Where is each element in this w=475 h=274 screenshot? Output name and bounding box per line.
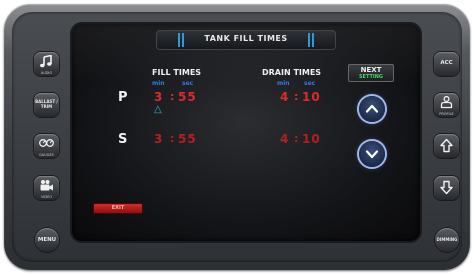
- title-tick: [308, 33, 310, 47]
- next-label: NEXT: [360, 66, 382, 74]
- down-arrow-button[interactable]: [434, 176, 459, 200]
- gauges-label: GAUGES: [39, 153, 54, 157]
- title-bar: TANK FILL TIMES: [156, 30, 336, 50]
- dimming-button[interactable]: DIMMING: [435, 228, 459, 252]
- exit-label: EXIT: [111, 205, 125, 211]
- drain-min-value[interactable]: 4: [280, 90, 289, 104]
- menu-label: MENU: [37, 237, 57, 243]
- fill-min-value[interactable]: 3: [154, 132, 163, 146]
- music-note-icon: [40, 55, 52, 68]
- menu-button[interactable]: MENU: [35, 228, 59, 252]
- delta-icon: △: [154, 104, 162, 115]
- drain-sec-value[interactable]: 10: [302, 90, 321, 104]
- row-label-port: P: [118, 90, 128, 105]
- video-camera-icon: [40, 180, 53, 191]
- ballast-trim-label: BALLAST / TRIM: [35, 99, 58, 109]
- title-tick: [312, 33, 314, 47]
- fill-sec-value[interactable]: 55: [178, 90, 197, 104]
- fill-times-header: FILL TIMES: [152, 68, 202, 77]
- exit-button[interactable]: EXIT: [94, 204, 142, 213]
- gauges-icon: [39, 139, 54, 147]
- decrease-button[interactable]: [359, 141, 385, 167]
- next-setting-button[interactable]: NEXT SETTING: [348, 64, 394, 82]
- row-label-starboard: S: [118, 132, 128, 147]
- profile-label: PROFILE: [439, 112, 454, 116]
- up-arrow-button[interactable]: [434, 134, 459, 158]
- increase-button[interactable]: [359, 96, 385, 122]
- chevron-down-icon: [365, 150, 379, 159]
- profile-icon: [440, 96, 453, 109]
- setting-label: SETTING: [358, 74, 384, 80]
- drain-min-value[interactable]: 4: [280, 132, 289, 146]
- video-button[interactable]: VIDEO: [34, 176, 59, 200]
- display-screen: TANK FILL TIMES FILL TIMES DRAIN TIMES N…: [72, 24, 420, 241]
- fill-sec-value[interactable]: 55: [178, 132, 197, 146]
- fill-min-unit: min: [152, 80, 165, 87]
- chevron-up-icon: [365, 104, 379, 113]
- dimming-label: DIMMING: [436, 237, 458, 242]
- time-separator: :: [170, 132, 175, 145]
- fill-min-value[interactable]: 3: [154, 90, 163, 104]
- time-separator: :: [294, 90, 299, 103]
- gauges-button[interactable]: GAUGES: [34, 134, 59, 158]
- arrow-up-icon: [440, 138, 453, 153]
- time-separator: :: [170, 90, 175, 103]
- arrow-down-icon: [440, 180, 453, 195]
- drain-times-header: DRAIN TIMES: [262, 68, 322, 77]
- drain-sec-value[interactable]: 10: [302, 132, 321, 146]
- time-separator: :: [294, 132, 299, 145]
- drain-sec-unit: sec: [304, 80, 316, 87]
- audio-label: AUDIO: [40, 71, 53, 75]
- drain-min-unit: min: [277, 80, 290, 87]
- video-label: VIDEO: [40, 195, 53, 199]
- audio-button[interactable]: AUDIO: [34, 52, 59, 76]
- acc-label: ACC: [440, 60, 453, 66]
- acc-button[interactable]: ACC: [434, 52, 459, 76]
- fill-sec-unit: sec: [182, 80, 194, 87]
- profile-button[interactable]: PROFILE: [434, 93, 459, 117]
- ballast-trim-button[interactable]: BALLAST / TRIM: [34, 93, 59, 117]
